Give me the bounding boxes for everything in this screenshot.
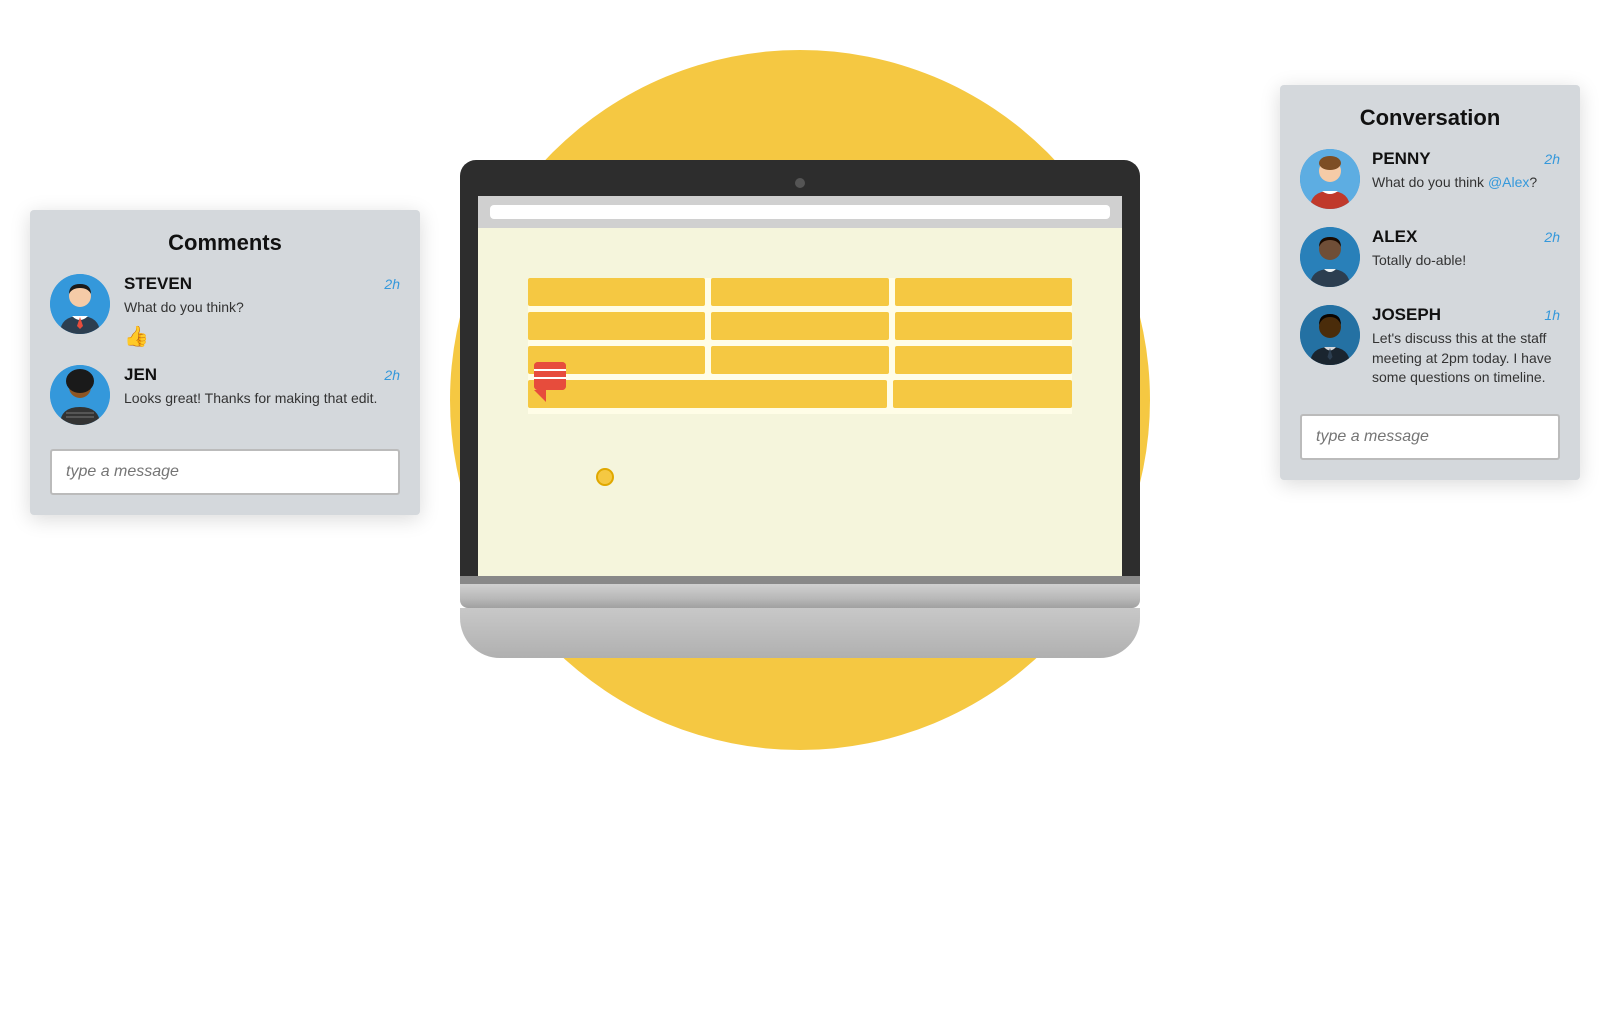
convo-item-joseph: JOSEPH 1h Let's discuss this at the staf… — [1300, 305, 1560, 388]
comment-header-alex: ALEX 2h — [1372, 227, 1560, 247]
comment-text-penny: What do you think @Alex? — [1372, 173, 1560, 193]
toolbar-bar — [490, 205, 1110, 219]
convo-item-alex: ALEX 2h Totally do-able! — [1300, 227, 1560, 287]
commenter-name-penny: PENNY — [1372, 149, 1431, 169]
comment-text-steven: What do you think? — [124, 298, 400, 318]
cell — [711, 346, 888, 374]
conversation-panel: Conversation PENNY 2h What do you thin — [1280, 85, 1580, 480]
comment-text-joseph: Let's discuss this at the staff meeting … — [1372, 329, 1560, 388]
comment-body-alex: ALEX 2h Totally do-able! — [1372, 227, 1560, 271]
avatar-jen — [50, 365, 110, 425]
cell — [528, 278, 705, 306]
laptop — [460, 160, 1140, 658]
comment-header-penny: PENNY 2h — [1372, 149, 1560, 169]
comment-header: STEVEN 2h — [124, 274, 400, 294]
comment-pin-icon — [530, 358, 578, 415]
cell — [711, 312, 888, 340]
cell — [895, 312, 1072, 340]
comment-time-penny: 2h — [1544, 151, 1560, 167]
mention-alex: @Alex — [1488, 174, 1529, 190]
commenter-name-alex: ALEX — [1372, 227, 1417, 247]
laptop-camera — [795, 178, 805, 188]
cell — [895, 346, 1072, 374]
selection-dot — [596, 468, 614, 486]
like-icon[interactable]: 👍 — [124, 324, 400, 349]
laptop-hinge — [460, 576, 1140, 584]
avatar-penny — [1300, 149, 1360, 209]
comment-time-jen: 2h — [384, 367, 400, 383]
comment-time-steven: 2h — [384, 276, 400, 292]
comments-panel: Comments STEVEN 2h Wha — [30, 210, 420, 515]
conversation-message-input[interactable] — [1300, 414, 1560, 460]
cell — [711, 278, 888, 306]
comment-body-penny: PENNY 2h What do you think @Alex? — [1372, 149, 1560, 193]
avatar-alex — [1300, 227, 1360, 287]
comment-header-joseph: JOSEPH 1h — [1372, 305, 1560, 325]
laptop-base — [460, 584, 1140, 608]
screen-toolbar — [478, 196, 1122, 228]
comment-text-alex: Totally do-able! — [1372, 251, 1560, 271]
laptop-bottom — [460, 608, 1140, 658]
laptop-screen — [478, 196, 1122, 576]
comments-title: Comments — [50, 230, 400, 256]
comment-body-jen: JEN 2h Looks great! Thanks for making th… — [124, 365, 400, 409]
comments-message-input[interactable] — [50, 449, 400, 495]
comment-body-steven: STEVEN 2h What do you think? 👍 — [124, 274, 400, 349]
cell — [893, 380, 1072, 408]
comment-text-jen: Looks great! Thanks for making that edit… — [124, 389, 400, 409]
cell — [528, 380, 886, 408]
cell — [528, 312, 705, 340]
commenter-name-joseph: JOSEPH — [1372, 305, 1441, 325]
comment-item-jen: JEN 2h Looks great! Thanks for making th… — [50, 365, 400, 425]
screen-content — [478, 228, 1122, 576]
comment-header-jen: JEN 2h — [124, 365, 400, 385]
conversation-title: Conversation — [1300, 105, 1560, 131]
avatar-steven — [50, 274, 110, 334]
commenter-name-jen: JEN — [124, 365, 157, 385]
commenter-name-steven: STEVEN — [124, 274, 192, 294]
laptop-bezel — [460, 160, 1140, 576]
comment-body-joseph: JOSEPH 1h Let's discuss this at the staf… — [1372, 305, 1560, 388]
comment-time-alex: 2h — [1544, 229, 1560, 245]
cell — [895, 278, 1072, 306]
convo-item-penny: PENNY 2h What do you think @Alex? — [1300, 149, 1560, 209]
spreadsheet — [528, 278, 1072, 414]
comment-item-steven: STEVEN 2h What do you think? 👍 — [50, 274, 400, 349]
avatar-joseph — [1300, 305, 1360, 365]
comment-time-joseph: 1h — [1544, 307, 1560, 323]
